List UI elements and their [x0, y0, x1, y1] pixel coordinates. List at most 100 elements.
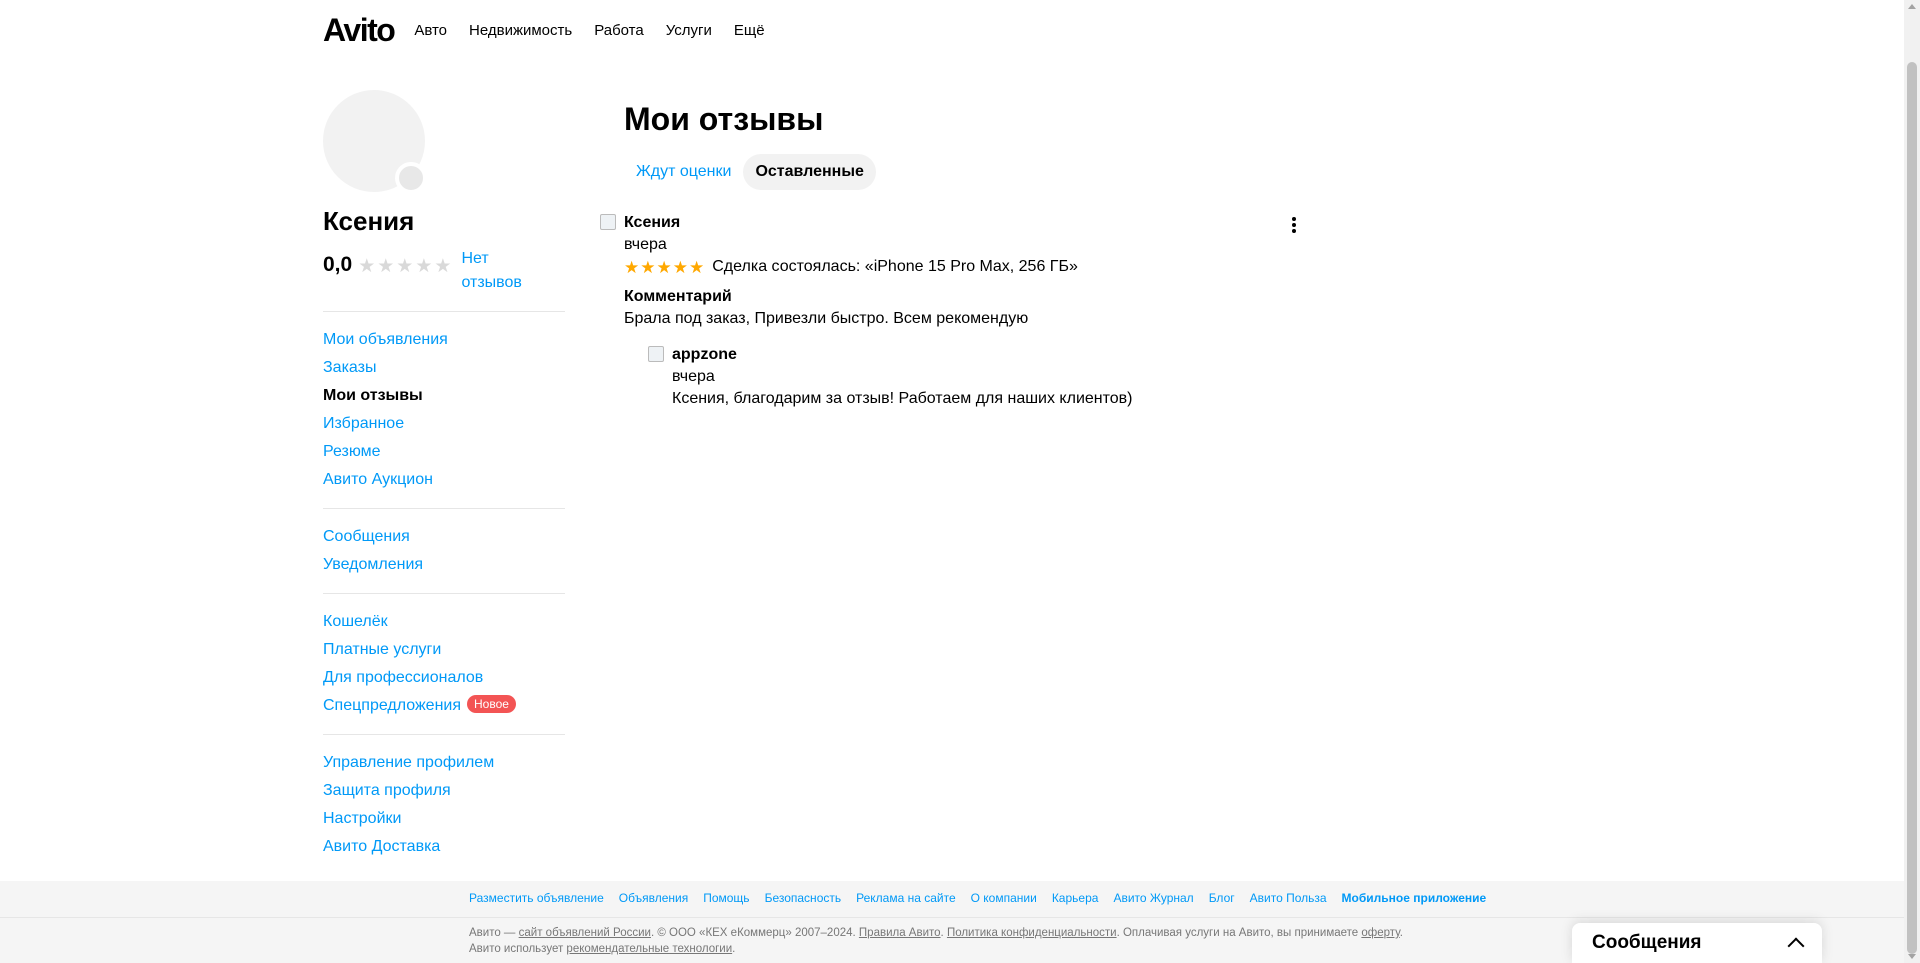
reply-body: appzone вчера Ксения, благодарим за отзы…	[672, 344, 1320, 410]
star-empty-icon: ★	[358, 256, 376, 277]
footer-link-journal[interactable]: Авито Журнал	[1113, 891, 1193, 905]
rating-stars: ★ ★ ★ ★ ★	[358, 257, 451, 276]
star-filled-icon: ★	[640, 257, 656, 277]
footer-link-about[interactable]: О компании	[971, 891, 1037, 905]
reviewer-name: Ксения	[624, 214, 681, 232]
star-empty-icon: ★	[434, 256, 452, 277]
legal-link-privacy[interactable]: Политика конфиденциальности	[947, 927, 1117, 939]
sidebar-item-profile-management[interactable]: Управление профилем	[323, 749, 565, 777]
page-title: Мои отзывы	[624, 101, 824, 137]
nav-link-services[interactable]: Услуги	[666, 22, 712, 39]
legal-link-site[interactable]: сайт объявлений России	[519, 927, 651, 939]
footer-link-post-ad[interactable]: Разместить объявление	[469, 891, 604, 905]
footer-link-advertising[interactable]: Реклама на сайте	[856, 891, 956, 905]
top-navigation: Avito Авто Недвижимость Работа Услуги Ещ…	[323, 8, 765, 52]
menu-group-listings: Мои объявления Заказы Мои отзывы Избранн…	[323, 311, 565, 508]
legal-text: . © ООО «КЕХ еКоммерц» 2007–2024.	[650, 927, 859, 939]
sidebar-item-resume[interactable]: Резюме	[323, 438, 565, 466]
reply-text: Ксения, благодарим за отзыв! Работаем дл…	[672, 390, 1133, 408]
star-filled-icon: ★	[689, 257, 705, 277]
review-body: Ксения вчера ★ ★ ★ ★ ★ Сделка состоялась…	[624, 212, 1320, 410]
star-empty-icon: ★	[377, 256, 395, 277]
reply-date: вчера	[672, 368, 715, 386]
menu-group-messages: Сообщения Уведомления	[323, 508, 565, 593]
seller-name: appzone	[672, 346, 737, 364]
nav-link-jobs[interactable]: Работа	[594, 22, 644, 39]
sidebar-item-favorites[interactable]: Избранное	[323, 410, 565, 438]
top-nav-links: Авто Недвижимость Работа Услуги Ещё	[414, 22, 764, 39]
star-filled-icon: ★	[624, 257, 640, 277]
footer-link-help[interactable]: Помощь	[703, 891, 749, 905]
legal-link-offer[interactable]: оферту	[1361, 927, 1399, 939]
footer-link-security[interactable]: Безопасность	[765, 891, 842, 905]
sidebar-item-auction[interactable]: Авито Аукцион	[323, 466, 565, 494]
legal-link-rules[interactable]: Правила Авито	[859, 927, 941, 939]
footer-link-blog[interactable]: Блог	[1209, 891, 1235, 905]
star-filled-icon: ★	[656, 257, 672, 277]
tab-left-reviews[interactable]: Оставленные	[743, 154, 876, 191]
reviewer-avatar-image	[600, 214, 616, 231]
chevron-up-icon[interactable]	[1787, 937, 1805, 955]
sidebar-item-my-reviews[interactable]: Мои отзывы	[323, 382, 565, 410]
legal-text: .	[732, 943, 736, 955]
seller-reply: appzone вчера Ксения, благодарим за отзы…	[648, 344, 1320, 410]
star-empty-icon: ★	[396, 256, 414, 277]
footer-link-career[interactable]: Карьера	[1052, 891, 1099, 905]
avatar-status-badge	[395, 162, 427, 194]
scroll-up-arrow-icon[interactable]	[1908, 4, 1916, 9]
main-content: Мои отзывы Ждут оценки Оставленные Ксени…	[600, 100, 1320, 410]
avatar-container[interactable]	[323, 90, 427, 194]
sidebar-item-for-pros[interactable]: Для профессионалов	[323, 664, 565, 692]
profile-name: Ксения	[323, 206, 415, 236]
menu-group-settings: Управление профилем Защита профиля Настр…	[323, 734, 565, 875]
sidebar-item-profile-protection[interactable]: Защита профиля	[323, 777, 565, 805]
review-rating-row: ★ ★ ★ ★ ★ Сделка состоялась: «iPhone 15 …	[624, 256, 1320, 278]
special-offers-label: Спецпредложения	[323, 697, 461, 714]
avito-logo[interactable]: Avito	[323, 14, 396, 46]
comment-text: Брала под заказ, Привезли быстро. Всем р…	[624, 310, 1029, 328]
footer-divider	[0, 917, 1904, 918]
comment-heading: Комментарий	[624, 288, 732, 306]
footer-links: Разместить объявление Объявления Помощь …	[469, 891, 1486, 905]
scrollbar[interactable]	[1904, 0, 1920, 963]
review-tabs: Ждут оценки Оставленные	[624, 154, 1320, 191]
sidebar-item-paid-services[interactable]: Платные услуги	[323, 636, 565, 664]
sidebar-item-notifications[interactable]: Уведомления	[323, 551, 565, 579]
seller-avatar-image	[648, 346, 664, 363]
tab-awaiting-rating[interactable]: Ждут оценки	[624, 154, 743, 190]
scroll-down-arrow-icon[interactable]	[1908, 954, 1916, 959]
review-card: Ксения вчера ★ ★ ★ ★ ★ Сделка состоялась…	[600, 212, 1320, 410]
review-stars: ★ ★ ★ ★ ★	[624, 259, 704, 276]
rating-value: 0,0	[323, 253, 353, 276]
messages-widget[interactable]: Сообщения	[1572, 923, 1822, 963]
rating-row: 0,0 ★ ★ ★ ★ ★ Нет отзывов	[323, 247, 565, 295]
sidebar-item-orders[interactable]: Заказы	[323, 354, 565, 382]
scrollbar-thumb[interactable]	[1907, 62, 1917, 954]
sidebar-item-my-ads[interactable]: Мои объявления	[323, 326, 565, 354]
messages-widget-title: Сообщения	[1592, 932, 1702, 953]
footer-link-benefit[interactable]: Авито Польза	[1250, 891, 1327, 905]
footer-link-mobile-app[interactable]: Мобильное приложение	[1342, 891, 1487, 905]
sidebar-item-settings[interactable]: Настройки	[323, 805, 565, 833]
nav-link-more[interactable]: Ещё	[734, 22, 765, 39]
footer-legal-text: Авито — сайт объявлений России. © ООО «К…	[469, 925, 1419, 957]
menu-group-finance: Кошелёк Платные услуги Для профессионало…	[323, 593, 565, 734]
no-reviews-link[interactable]: Нет отзывов	[461, 247, 541, 295]
legal-text: . Оплачивая услуги на Авито, вы принимае…	[1116, 927, 1362, 939]
review-date: вчера	[624, 236, 667, 254]
star-empty-icon: ★	[415, 256, 433, 277]
sidebar-item-wallet[interactable]: Кошелёк	[323, 608, 565, 636]
star-filled-icon: ★	[672, 257, 688, 277]
nav-link-realty[interactable]: Недвижимость	[469, 22, 572, 39]
nav-link-auto[interactable]: Авто	[414, 22, 447, 39]
sidebar-item-delivery[interactable]: Авито Доставка	[323, 833, 565, 861]
new-badge: Новое	[467, 695, 516, 713]
legal-link-recommendations[interactable]: рекомендательные технологии	[566, 943, 732, 955]
legal-text: Авито —	[469, 927, 519, 939]
more-options-icon[interactable]	[1286, 216, 1302, 234]
sidebar-item-special-offers[interactable]: Спецпредложения Новое	[323, 692, 565, 720]
profile-sidebar: Ксения 0,0 ★ ★ ★ ★ ★ Нет отзывов Мои объ…	[323, 90, 565, 875]
sidebar-item-messages[interactable]: Сообщения	[323, 523, 565, 551]
deal-status: Сделка состоялась: «iPhone 15 Pro Max, 2…	[712, 258, 1078, 276]
footer-link-ads[interactable]: Объявления	[619, 891, 688, 905]
